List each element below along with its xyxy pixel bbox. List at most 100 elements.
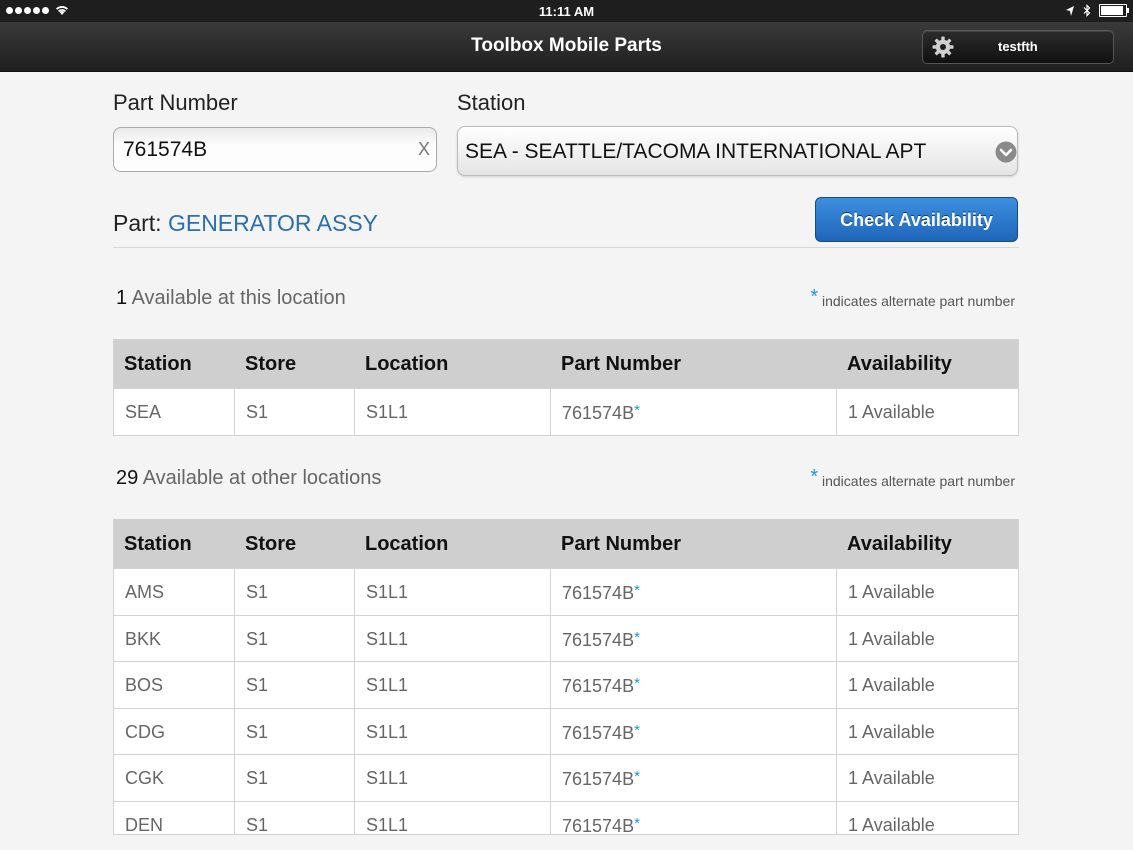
divider [113,247,1019,248]
local-count: 1 [116,287,128,309]
station-label: Station [457,90,526,115]
part-prefix: Part: [113,210,162,236]
cell-location: S1L1 [355,662,551,708]
cell-station: CDG [114,708,235,754]
alternate-star: * [634,814,640,832]
col-station[interactable]: Station [114,520,235,568]
cell-location: S1L1 [355,755,551,801]
alternate-star: * [634,402,640,419]
table-row[interactable]: BOS S1 S1L1 761574B* 1 Available [114,661,1018,708]
table-row[interactable]: DEN S1 S1L1 761574B* 1 Available [114,800,1018,835]
part-number-text: 761574B [562,583,635,603]
part-number-text: 761574B [562,769,635,789]
cell-part-number: 761574B* [551,801,837,835]
table-row[interactable]: BKK S1 S1L1 761574B* 1 Available [114,614,1018,661]
cell-store: S1 [235,569,355,615]
cell-part-number: 761574B* [551,389,837,435]
col-store[interactable]: Store [235,340,355,388]
nav-bar: Toolbox Mobile Parts testfth [0,22,1133,72]
alternate-note: * indicates alternate part number [810,466,1015,489]
col-availability[interactable]: Availability [837,520,1018,568]
cell-availability: 1 Available [848,675,935,695]
local-title: Available at this location [131,287,346,309]
cell-part-number: 761574B* [551,755,837,801]
col-location[interactable]: Location [355,340,551,388]
settings-user-button[interactable]: testfth [922,30,1114,64]
status-icons [1065,4,1129,17]
alternate-note-text: indicates alternate part number [822,293,1015,309]
col-availability[interactable]: Availability [837,340,1018,388]
cell-availability: 1 Available [848,582,935,602]
alternate-star: * [634,628,640,646]
alternate-star: * [810,286,819,308]
table-row[interactable]: CGK S1 S1L1 761574B* 1 Available [114,754,1018,801]
table-row[interactable]: CDG S1 S1L1 761574B* 1 Available [114,707,1018,754]
cell-station: BOS [114,662,235,708]
alternate-note-text: indicates alternate part number [822,473,1015,489]
bluetooth-icon [1083,4,1091,17]
cell-availability: 1 Available [848,768,935,788]
cell-location: S1L1 [355,708,551,754]
alternate-star: * [634,582,640,599]
cell-store: S1 [235,389,355,435]
cell-part-number: 761574B* [551,615,837,661]
check-availability-button[interactable]: Check Availability [815,197,1018,242]
part-info: Part: GENERATOR ASSY [113,210,378,237]
part-name: GENERATOR ASSY [167,210,379,236]
cell-store: S1 [235,801,355,834]
table-row[interactable]: AMS S1 S1L1 761574B* 1 Available [114,568,1018,615]
part-number-text: 761574B [562,629,635,650]
col-store[interactable]: Store [235,520,355,568]
part-number-input[interactable] [113,127,437,172]
table-row[interactable]: SEA S1 S1L1 761574B* 1 Available [114,388,1018,435]
station-select[interactable]: SEA - SEATTLE/TACOMA INTERNATIONAL APT [457,126,1018,176]
other-table: Station Store Location Part Number Avail… [113,519,1019,835]
col-location[interactable]: Location [355,520,551,568]
alternate-note: * indicates alternate part number [810,286,1015,309]
cell-station: DEN [114,801,235,834]
cell-availability: 1 Available [848,814,935,835]
battery-icon [1099,4,1129,17]
cell-location: S1L1 [355,389,551,435]
station-selected-value: SEA - SEATTLE/TACOMA INTERNATIONAL APT [465,140,927,163]
alternate-star: * [634,675,640,692]
part-number-text: 761574B [562,403,635,423]
part-number-text: 761574B [562,676,635,696]
part-number-text: 761574B [562,815,635,835]
cell-station: BKK [114,615,235,661]
cell-store: S1 [235,708,355,754]
table-header: Station Store Location Part Number Avail… [114,520,1018,568]
cell-location: S1L1 [355,801,551,834]
cell-availability: 1 Available [848,628,935,649]
alternate-star: * [634,768,640,785]
local-section-title: 1 Available at this location [116,287,346,310]
cell-part-number: 761574B* [551,662,837,708]
col-part-number[interactable]: Part Number [551,520,837,568]
cell-part-number: 761574B* [551,569,837,615]
location-arrow-icon [1066,5,1074,16]
col-part-number[interactable]: Part Number [551,340,837,388]
cell-location: S1L1 [355,615,551,661]
local-table: Station Store Location Part Number Avail… [113,339,1019,436]
cell-availability: 1 Available [848,721,935,742]
cell-store: S1 [235,755,355,801]
cell-store: S1 [235,615,355,661]
table-header: Station Store Location Part Number Avail… [114,340,1018,388]
username-label: testfth [998,39,1038,54]
chevron-down-icon [995,141,1017,163]
cell-station: AMS [114,569,235,615]
cell-location: S1L1 [355,569,551,615]
cell-station: SEA [114,389,235,435]
other-section-title: 29 Available at other locations [116,467,381,490]
part-number-text: 761574B [562,722,635,743]
cell-store: S1 [235,662,355,708]
other-count: 29 [116,467,139,489]
other-title: Available at other locations [142,467,382,489]
part-number-label: Part Number [113,90,238,115]
alternate-star: * [634,721,640,739]
gear-icon [932,36,954,58]
cell-station: CGK [114,755,235,801]
col-station[interactable]: Station [114,340,235,388]
status-bar: 11:11 AM [0,0,1133,22]
clear-input-button[interactable]: X [418,139,430,160]
